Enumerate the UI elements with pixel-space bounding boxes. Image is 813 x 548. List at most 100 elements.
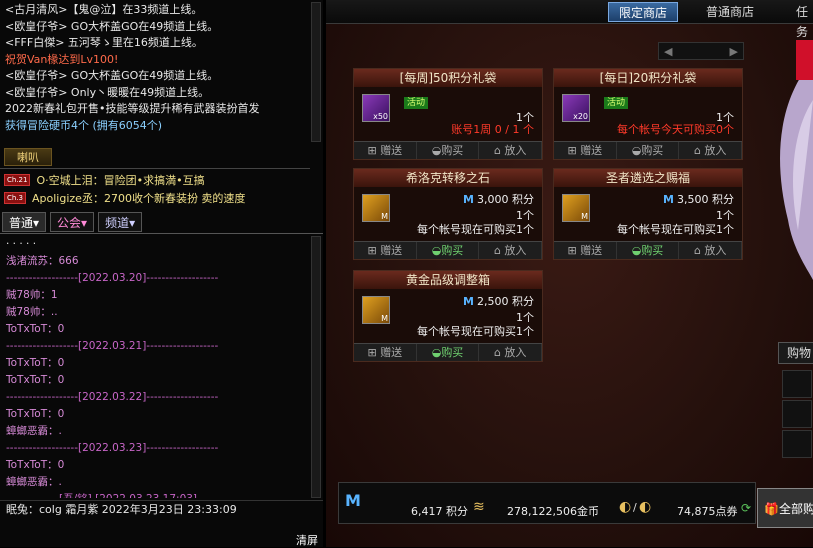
item-title: [每日]20积分礼袋 [554, 69, 742, 87]
buy-button[interactable]: ◒购买 [616, 242, 680, 259]
system-message: 获得冒险硬币4个 (拥有6054个) [5, 118, 163, 132]
chat-latest-line: 眠兔：colg 霜月紫 2022年3月23日 23:33:09 [0, 500, 323, 518]
prev-page-icon[interactable]: ◀ [664, 45, 672, 58]
buy-label: 购买 [441, 144, 464, 157]
item-icon-label: M [581, 212, 588, 221]
refresh-icon[interactable]: ⟳ [741, 501, 751, 515]
add-to-cart-button[interactable]: ⌂ 放入 [679, 142, 743, 159]
channel-badge: Ch.3 [4, 192, 27, 204]
chat-message: -------------------[2022.03.22]---------… [6, 391, 219, 403]
buy-all-button[interactable]: 🎁全部购 [757, 488, 813, 528]
system-message: <FFF白傑> 五河琴ゝ里在16频道上线。 [5, 36, 203, 49]
gift-label: 赠送 [580, 144, 603, 157]
coupon-icon: ◐ [619, 499, 632, 515]
gift-icon: ⊞ [367, 346, 377, 359]
gift-button[interactable]: ⊞ 赠送 [554, 242, 617, 259]
tab-normal-shop[interactable]: 普通商店 [696, 2, 764, 22]
shop-item-card[interactable]: 希洛克转移之石 M M 3,000 积分 1个 每个帐号现在可购买1个 ⊞ 赠送 ◒购买 … [353, 168, 543, 260]
add-to-cart-button[interactable]: ⌂ 放入 [679, 242, 743, 259]
cart-label: 购物 [778, 342, 813, 364]
system-log-scrollbar[interactable] [311, 2, 321, 142]
clear-chat-button[interactable]: 清屏 [296, 532, 318, 548]
add-to-cart-label: 放入 [704, 144, 727, 157]
buy-label: 购买 [441, 244, 464, 257]
purchase-limit: 每个帐号现在可购买1个 [617, 223, 734, 236]
purchase-limit: 每个帐号现在可购买1个 [417, 223, 534, 236]
gift-box-icon: 🎁 [764, 502, 779, 516]
item-icon[interactable]: x20 [562, 94, 590, 122]
add-to-cart-button[interactable]: ⌂ 放入 [479, 242, 543, 259]
character-wing-art [768, 40, 813, 290]
gift-label: 赠送 [580, 244, 603, 257]
add-to-cart-label: 放入 [504, 144, 527, 157]
system-message: 祝贺Van椽达到Lv100! [5, 52, 119, 66]
item-icon[interactable]: x50 [362, 94, 390, 122]
points-icon: M [345, 491, 361, 510]
chat-log-scrollbar[interactable] [311, 236, 321, 498]
buy-label: 购买 [441, 346, 464, 359]
item-actions: ⊞ 赠送 ◒购买 ⌂ 放入 [554, 141, 743, 159]
cart-slot[interactable] [782, 400, 812, 428]
cart-icon: ◒ [431, 244, 442, 257]
tab-limited-shop[interactable]: 限定商店 [608, 2, 679, 22]
next-page-icon[interactable]: ▶ [730, 45, 738, 58]
gift-button[interactable]: ⊞ 赠送 [354, 344, 417, 361]
item-price: M 3,500 积分 [663, 191, 734, 207]
shop-pager: ◀ ▶ [658, 42, 744, 60]
cart-slot[interactable] [782, 430, 812, 458]
coupon-separator: / [633, 501, 637, 514]
tab-channel-0[interactable]: 普通▾ [2, 212, 47, 232]
shop-item-card[interactable]: 黄金品级调整箱 M M 2,500 积分 1个 每个帐号现在可购买1个 ⊞ 赠送 ◒购买 … [353, 270, 543, 362]
points-icon: M [463, 193, 474, 206]
item-price-value: 3,500 积分 [677, 193, 734, 206]
shop-item-card[interactable]: 圣者遴选之赐福 M M 3,500 积分 1个 每个帐号现在可购买1个 ⊞ 赠送 ◒购买 … [553, 168, 743, 260]
add-to-cart-button[interactable]: ⌂ 放入 [479, 344, 543, 361]
shop-item-card[interactable]: [每周]50积分礼袋 x50 活动 1个 账号1周 0 / 1 个 ⊞ 赠送 ◒购买 ⌂… [353, 68, 543, 160]
purchase-limit: 每个帐号今天可购买0个 [617, 123, 734, 136]
item-title: [每周]50积分礼袋 [354, 69, 542, 87]
gift-button[interactable]: ⊞ 赠送 [354, 242, 417, 259]
gold-balance: 278,122,506金币 [507, 505, 599, 518]
gold-icon: ≋ [473, 499, 485, 515]
cart-slot[interactable] [782, 370, 812, 398]
item-price-value: 3,000 积分 [477, 193, 534, 206]
add-to-cart-button[interactable]: ⌂ 放入 [479, 142, 543, 159]
buy-button[interactable]: ◒购买 [416, 142, 480, 159]
gift-label: 赠送 [380, 244, 403, 257]
shop-item-card[interactable]: [每日]20积分礼袋 x20 活动 1个 每个帐号今天可购买0个 ⊞ 赠送 ◒购买 ⌂ … [553, 68, 743, 160]
gift-icon: ⊞ [567, 244, 577, 257]
item-actions: ⊞ 赠送 ◒购买 ⌂ 放入 [354, 241, 543, 259]
item-icon-label: x20 [573, 112, 588, 121]
gift-label: 赠送 [380, 144, 403, 157]
buy-label: 购买 [641, 244, 664, 257]
event-badge: 活动 [604, 97, 629, 109]
chat-message: ToTxToT：0 [6, 357, 65, 369]
gift-icon: ⊞ [367, 244, 377, 257]
chat-channel-tabs: 普通▾ 公会▾ 频道▾ [0, 212, 323, 234]
buy-button[interactable]: ◒购买 [616, 142, 680, 159]
item-icon[interactable]: M [562, 194, 590, 222]
item-icon[interactable]: M [362, 194, 390, 222]
item-icon-label: M [381, 314, 388, 323]
points-icon: M [463, 295, 474, 308]
item-icon-label: x50 [373, 112, 388, 121]
horn-tab[interactable]: 喇叭 [4, 148, 52, 166]
gift-icon: ⊞ [367, 144, 377, 157]
chat-message: ToTxToT：0 [6, 408, 65, 420]
gift-button[interactable]: ⊞ 赠送 [354, 142, 417, 159]
tab-channel-2[interactable]: 频道▾ [98, 212, 143, 232]
basket-icon: ⌂ [493, 144, 501, 157]
buy-button[interactable]: ◒购买 [416, 242, 480, 259]
shop-panel: 限定商店 普通商店 任务 ◀ ▶ [每周]50积分礼袋 x50 活动 1个 账号1周 0… [326, 0, 813, 547]
item-icon[interactable]: M [362, 296, 390, 324]
basket-icon: ⌂ [693, 144, 701, 157]
buy-label: 购买 [641, 144, 664, 157]
system-message: 2022新春礼包开售•技能等级提升稀有武器装扮首发 [5, 102, 260, 115]
buy-button[interactable]: ◒购买 [416, 344, 480, 361]
chat-message: 贼78帅：.. [6, 306, 58, 318]
chat-message: · · · · · [6, 238, 37, 250]
tab-channel-1[interactable]: 公会▾ [50, 212, 95, 232]
tab-quest-shop[interactable]: 任务 [786, 2, 813, 39]
gift-button[interactable]: ⊞ 赠送 [554, 142, 617, 159]
system-message: <欧皇仔爷> GO大杯盖GO在49频道上线。 [5, 19, 219, 33]
